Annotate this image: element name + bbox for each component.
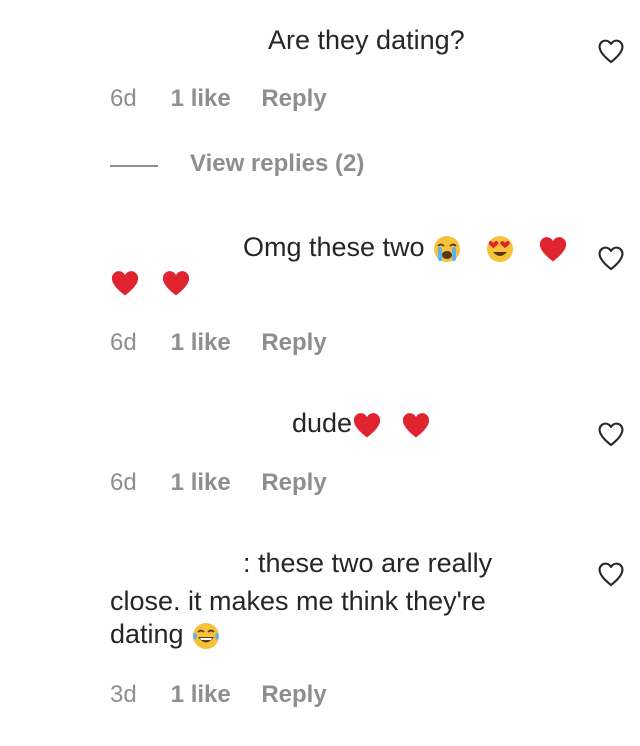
comment-meta: 6d 1 like Reply — [110, 329, 327, 357]
comment-age: 6d — [110, 85, 137, 112]
comment-meta: 3d 1 like Reply — [110, 681, 327, 709]
like-heart-icon[interactable] — [597, 421, 625, 447]
red-heart-icon — [353, 413, 381, 438]
like-heart-icon[interactable] — [597, 245, 625, 271]
reply-button[interactable]: Reply — [261, 681, 326, 709]
red-heart-icon — [402, 413, 430, 438]
comment-text-line-3: dating — [110, 617, 221, 651]
comment-text: Omg these two — [243, 230, 568, 264]
face-with-tears-of-joy-icon — [193, 622, 220, 649]
comment-likes-link[interactable]: 1 like — [171, 85, 255, 113]
comment-meta: 6d 1 like Reply — [110, 85, 327, 113]
comment-text-line-2: close. it makes me think they're — [110, 586, 486, 616]
comment-text: Are they dating? — [268, 25, 465, 55]
comment-text: dude — [292, 406, 431, 440]
comment-age: 6d — [110, 329, 137, 356]
comment-meta: 6d 1 like Reply — [110, 469, 327, 497]
reply-button[interactable]: Reply — [261, 469, 326, 497]
replies-divider-line — [110, 165, 158, 167]
reply-button[interactable]: Reply — [261, 329, 326, 357]
comment-emoji-line — [110, 264, 191, 298]
red-heart-icon — [111, 271, 139, 296]
comment-likes-link[interactable]: 1 like — [171, 469, 255, 497]
like-heart-icon[interactable] — [597, 38, 625, 64]
comment-likes-link[interactable]: 1 like — [171, 329, 255, 357]
comment-text-segment: dating — [110, 619, 184, 649]
comment-text-line-1: : these two are really — [243, 548, 493, 578]
red-heart-icon — [162, 271, 190, 296]
comment-age: 6d — [110, 469, 137, 496]
reply-button[interactable]: Reply — [261, 85, 326, 113]
comment-text-segment: Omg these two — [243, 232, 425, 262]
comment-text-segment: dude — [292, 408, 353, 438]
view-replies-label[interactable]: View replies (2) — [190, 150, 364, 178]
smiling-face-with-heart-eyes-icon — [487, 235, 514, 262]
comment-likes-link[interactable]: 1 like — [171, 681, 255, 709]
like-heart-icon[interactable] — [597, 561, 625, 587]
comment-age: 3d — [110, 681, 137, 708]
red-heart-icon — [540, 237, 567, 262]
loudly-crying-face-icon — [434, 235, 461, 262]
